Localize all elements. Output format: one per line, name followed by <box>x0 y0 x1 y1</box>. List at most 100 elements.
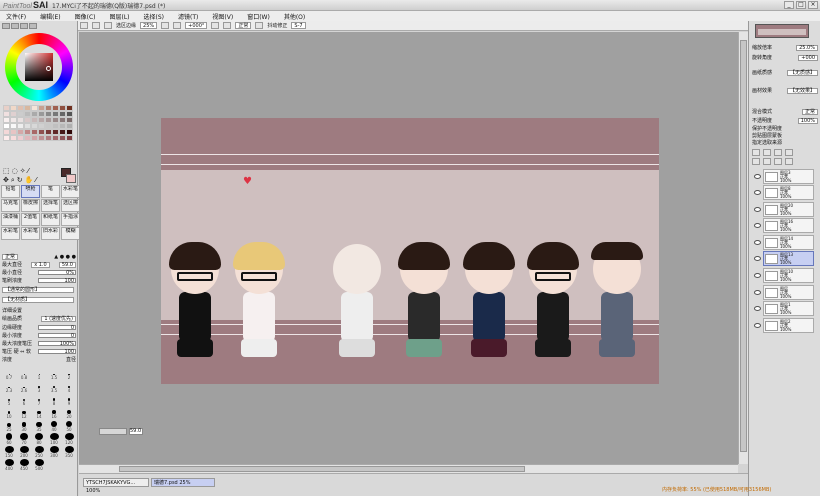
brush-bucket[interactable]: 油漆桶 <box>1 213 20 226</box>
brush-eraser[interactable]: 橡皮擦 <box>21 199 40 212</box>
brush-size-preset[interactable]: 1.5 <box>47 368 61 380</box>
brush-size-preset[interactable]: 500 <box>32 459 46 471</box>
rgb-slider-tab[interactable] <box>11 23 19 29</box>
min-size-slider[interactable]: 0% <box>38 270 76 276</box>
brush-pencil[interactable]: 铅笔 <box>1 185 20 198</box>
brush-size-preset[interactable]: 8 <box>47 394 61 406</box>
brush-size-preset[interactable]: 2.3 <box>2 381 16 393</box>
color-swatch[interactable] <box>66 135 73 141</box>
brush-size-preset[interactable]: 100 <box>47 433 61 445</box>
layer-item[interactable]: 图层3 正常 100% <box>754 169 814 184</box>
transfer-down-icon[interactable] <box>763 158 771 165</box>
rotate-left-icon[interactable] <box>211 22 220 29</box>
hand-icon[interactable]: ✋ <box>25 176 34 185</box>
zoom-in-icon[interactable] <box>173 22 182 29</box>
brush-size-preset[interactable]: 200 <box>17 446 31 458</box>
color-wheel[interactable] <box>5 33 73 101</box>
brush-size-preset[interactable]: 3 <box>32 381 46 393</box>
protect-opacity-check[interactable]: 保护不透明度 <box>752 125 782 132</box>
visibility-eye-icon[interactable] <box>754 323 761 328</box>
color-swatch[interactable] <box>10 135 17 141</box>
layer-item[interactable]: 图层20 正常 100% <box>754 202 814 217</box>
quality-select[interactable]: 1 (速度优先) <box>41 315 76 322</box>
zoom-select[interactable]: 25% <box>140 22 158 29</box>
brush-size-preset[interactable]: 14 <box>32 407 46 419</box>
brush-size-preset[interactable]: 120 <box>62 433 76 445</box>
brush-size-preset[interactable]: 2.6 <box>17 381 31 393</box>
layer-item[interactable]: 图层10 正常 100% <box>754 268 814 283</box>
visibility-eye-icon[interactable] <box>754 306 761 311</box>
redo-icon[interactable] <box>92 22 100 29</box>
color-swatch[interactable] <box>24 135 31 141</box>
canvas-workspace[interactable]: ♥ 59.0 <box>79 32 738 464</box>
color-swatch[interactable] <box>45 135 52 141</box>
brush-size-preset[interactable]: 4 <box>62 381 76 393</box>
brush-binary[interactable]: 2值笔 <box>21 213 40 226</box>
color-swatch[interactable] <box>3 135 10 141</box>
visibility-eye-icon[interactable] <box>754 240 761 245</box>
menu-file[interactable]: 文件(F) <box>6 12 26 21</box>
visibility-eye-icon[interactable] <box>754 256 761 261</box>
brush-watercolor-2[interactable]: 水彩笔 <box>1 227 20 240</box>
menu-select[interactable]: 选择(S) <box>144 12 165 21</box>
edge-slider[interactable]: 0 <box>38 325 76 331</box>
brush-size-preset[interactable]: 7 <box>32 394 46 406</box>
canvas-zoom-value[interactable]: 59.0 <box>129 428 143 435</box>
brush-pen[interactable]: 笔 <box>41 185 60 198</box>
brush-size-preset[interactable]: 80 <box>32 433 46 445</box>
brush-size-preset[interactable]: 25 <box>2 420 16 432</box>
brush-shape-select[interactable]: 【通常的圆形】 <box>2 286 74 293</box>
zoom-out-icon[interactable] <box>161 22 170 29</box>
maximize-button[interactable]: □ <box>796 1 806 9</box>
delete-layer-icon[interactable] <box>785 158 793 165</box>
layer-item[interactable]: 图层 正常 100% <box>754 285 814 300</box>
brush-size-preset[interactable]: 300 <box>47 446 61 458</box>
brush-size-preset[interactable]: 35 <box>32 420 46 432</box>
brush-size-preset[interactable]: 10 <box>2 407 16 419</box>
size-multiplier[interactable]: x 1.0 <box>31 261 50 268</box>
brush-size-preset[interactable]: 60 <box>2 433 16 445</box>
menu-view[interactable]: 视图(V) <box>212 12 233 21</box>
brush-select-pen[interactable]: 选择笔 <box>41 199 60 212</box>
color-swatch[interactable] <box>52 135 59 141</box>
duplicate-layer-icon[interactable] <box>785 149 793 156</box>
brush-size-preset[interactable]: 20 <box>62 407 76 419</box>
material-effect-select[interactable]: 【无效果】 <box>786 87 818 94</box>
selection-source-check[interactable]: 指定选取来源 <box>752 139 782 146</box>
vertical-scrollbar[interactable] <box>738 32 748 464</box>
doc-tab-2[interactable]: 瑞德7.psd 25% <box>151 478 215 487</box>
brush-size-preset[interactable]: 1 <box>32 368 46 380</box>
brush-shape-icons[interactable]: ▲ ● ● ● <box>54 254 76 260</box>
brush-size-preset[interactable]: 50 <box>62 420 76 432</box>
clipping-mask-check[interactable]: 剪贴图层蒙板 <box>752 132 782 139</box>
undo-icon[interactable] <box>80 22 88 29</box>
visibility-eye-icon[interactable] <box>754 273 761 278</box>
brush-size-preset[interactable]: 16 <box>47 407 61 419</box>
layer-item[interactable]: 图层13 正常 100% <box>754 251 814 266</box>
brush-size-preset[interactable]: 150 <box>2 446 16 458</box>
brush-size-preset[interactable]: 400 <box>2 459 16 471</box>
layer-item[interactable]: 图层14 正常 100% <box>754 235 814 250</box>
brush-size-preset[interactable]: 12 <box>17 407 31 419</box>
brush-select-eraser[interactable]: 选区擦 <box>61 199 80 212</box>
brush-texture-select[interactable]: 【无材质】 <box>2 296 74 303</box>
brush-size-preset[interactable]: 0.7 <box>2 368 16 380</box>
flip-icon[interactable] <box>255 22 264 29</box>
lasso-icon[interactable]: ◌ <box>12 167 18 175</box>
hsv-slider-tab[interactable] <box>20 23 28 29</box>
visibility-eye-icon[interactable] <box>754 223 761 228</box>
brush-finger[interactable]: 手指涂 <box>61 213 80 226</box>
new-vector-layer-icon[interactable] <box>774 149 782 156</box>
max-pressure-slider[interactable]: 100% <box>38 341 76 347</box>
brush-size-preset[interactable]: 0.8 <box>17 368 31 380</box>
menu-window[interactable]: 窗口(W) <box>247 12 270 21</box>
brush-size-preset[interactable]: 30 <box>17 420 31 432</box>
layer-item[interactable]: 图层1 正常 100% <box>754 301 814 316</box>
rotate-icon[interactable]: ↻ <box>17 176 23 185</box>
menu-image[interactable]: 图像(C) <box>75 12 96 21</box>
swatch-grid[interactable] <box>3 105 75 141</box>
menu-other[interactable]: 其他(O) <box>284 12 305 21</box>
swatch-tab[interactable] <box>29 23 37 29</box>
menu-filter[interactable]: 滤镜(T) <box>178 12 198 21</box>
color-swatch[interactable] <box>17 135 24 141</box>
